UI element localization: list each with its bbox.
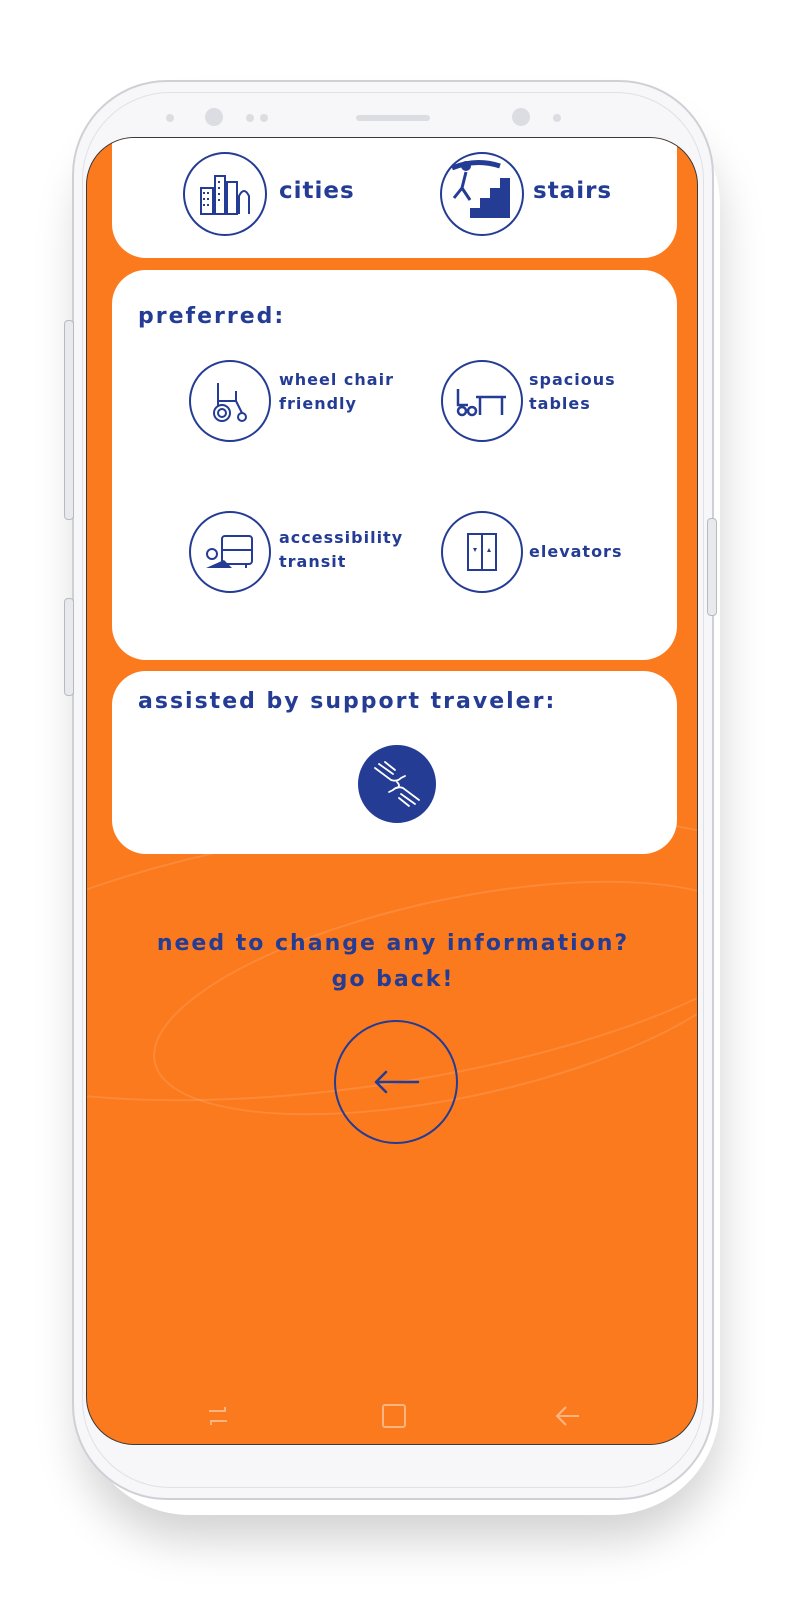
helping-hands-icon[interactable] — [358, 745, 436, 823]
cities-icon[interactable] — [183, 152, 267, 236]
sensor-dot — [246, 114, 254, 122]
power-button — [707, 518, 717, 616]
volume-button — [64, 320, 74, 520]
table-icon[interactable] — [441, 360, 523, 442]
trip-type-card: cities stairs — [112, 138, 677, 258]
bus-icon[interactable] — [189, 511, 271, 593]
transit-label-line2: transit — [279, 552, 347, 571]
change-info-text: need to change any information? — [156, 931, 630, 956]
support-title: assisted by support traveler: — [138, 689, 557, 714]
wheelchair-label-line1: wheel chair — [279, 370, 394, 389]
tables-label-line1: spacious — [529, 370, 616, 389]
arrow-left-icon — [374, 1070, 420, 1094]
wheelchair-icon[interactable] — [189, 360, 271, 442]
home-icon[interactable] — [381, 1403, 407, 1429]
tables-label-line2: tables — [529, 394, 591, 413]
elevators-label: elevators — [529, 542, 623, 561]
support-card: assisted by support traveler: — [112, 671, 677, 854]
go-back-text: go back! — [331, 967, 455, 992]
app-screen: cities stairs preferred: wheel chair fri… — [86, 137, 698, 1445]
sensor-dot — [166, 114, 174, 122]
stairs-label[interactable]: stairs — [533, 178, 612, 204]
wheelchair-label-line2: friendly — [279, 394, 357, 413]
sensor-dot — [553, 114, 561, 122]
bixby-button — [64, 598, 74, 696]
nav-back-icon[interactable] — [553, 1403, 581, 1429]
front-camera — [205, 108, 223, 126]
recent-apps-icon[interactable] — [205, 1403, 231, 1429]
stairs-icon[interactable] — [440, 152, 524, 236]
iris-scanner — [512, 108, 530, 126]
cities-label[interactable]: cities — [279, 178, 355, 204]
preferred-title: preferred: — [138, 304, 286, 329]
transit-label-line1: accessibility — [279, 528, 404, 547]
back-button[interactable] — [334, 1020, 458, 1144]
earpiece-speaker — [356, 115, 430, 121]
preferred-card: preferred: wheel chair friendly spacious… — [112, 270, 677, 660]
sensor-dot — [260, 114, 268, 122]
elevator-icon[interactable] — [441, 511, 523, 593]
